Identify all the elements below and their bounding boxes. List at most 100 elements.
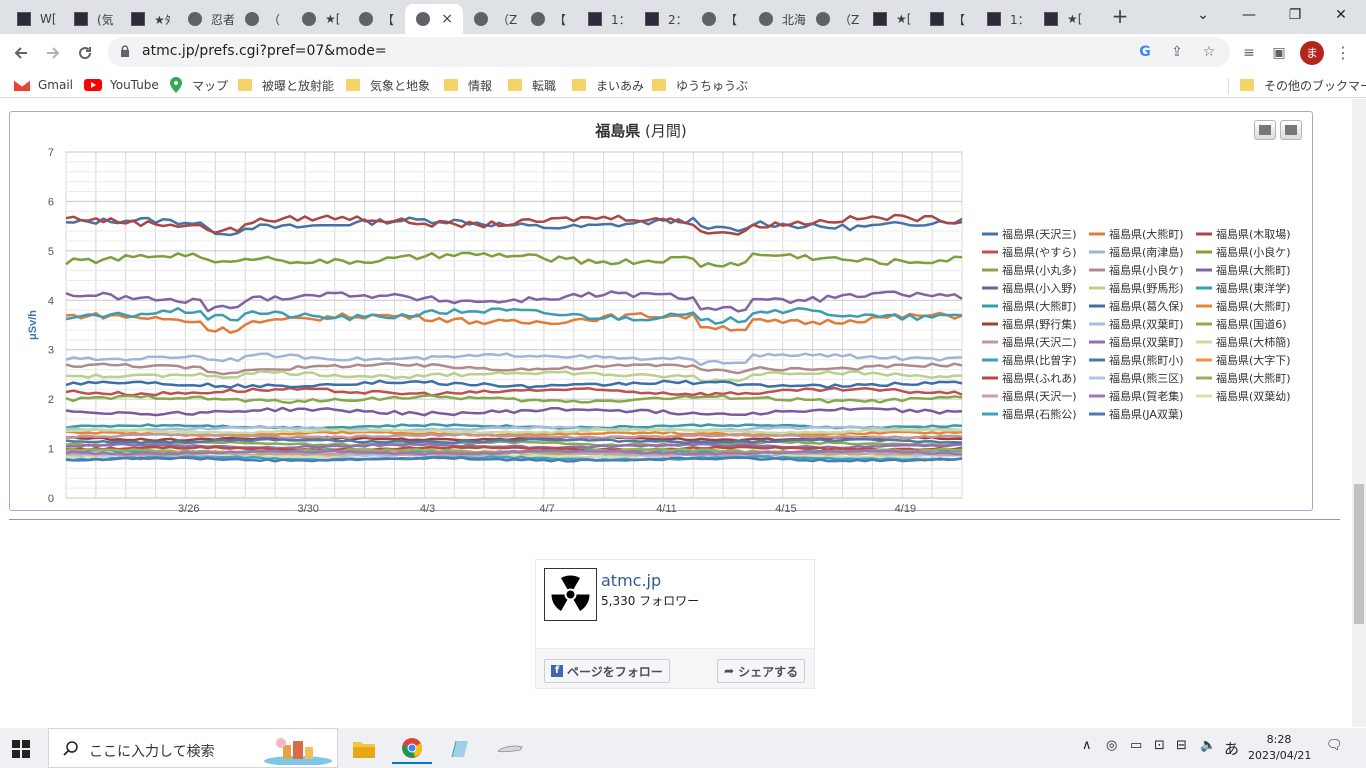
browser-tab[interactable]: 1： — [577, 4, 634, 34]
battery-icon[interactable]: ▭ — [1130, 738, 1142, 753]
taskbar-file-explorer[interactable] — [344, 734, 384, 764]
y-tick-label: 7 — [48, 147, 54, 159]
bookmark-folder[interactable]: まいあみ — [572, 76, 644, 94]
tab-title: 2： — [668, 12, 688, 27]
tab-favicon-icon — [815, 11, 831, 27]
facebook-page-name[interactable]: atmc.jp — [601, 571, 661, 590]
url-text[interactable]: atmc.jp/prefs.cgi?pref=07&mode= — [142, 43, 387, 59]
legend-item: 福島県(野行集) — [1002, 317, 1077, 331]
browser-tab[interactable]: 1： — [976, 4, 1033, 34]
network-icon[interactable]: ⊡ — [1154, 738, 1165, 753]
notification-icon[interactable]: 🗨 — [1326, 738, 1343, 753]
media-control-icon[interactable]: ≡ — [1236, 40, 1262, 66]
bookmark-label: Gmail — [38, 78, 74, 92]
wifi-icon[interactable]: ⊟ — [1176, 738, 1187, 753]
address-bar[interactable]: atmc.jp/prefs.cgi?pref=07&mode= G ⇪ ☆ — [108, 37, 1230, 67]
scrollbar-thumb[interactable] — [1354, 484, 1364, 624]
profile-avatar[interactable]: ま — [1300, 41, 1324, 65]
bookmark-maps[interactable]: マップ — [170, 76, 228, 94]
browser-tab[interactable]: 2： — [634, 4, 691, 34]
windows-start-icon[interactable] — [12, 740, 30, 758]
taskbar-app[interactable] — [490, 734, 530, 764]
tray-overflow-button[interactable]: ∧ — [1082, 738, 1092, 753]
download-icon — [1285, 125, 1297, 135]
printer-icon — [1259, 125, 1271, 135]
browser-tab[interactable]: （ — [234, 4, 291, 34]
menu-icon[interactable]: ⋮ — [1330, 40, 1356, 66]
tab-favicon-icon — [530, 11, 546, 27]
y-axis-label: μSv/h — [27, 310, 39, 340]
ime-indicator[interactable]: あ — [1224, 738, 1239, 759]
tab-favicon-icon — [872, 11, 888, 27]
reload-button[interactable] — [72, 40, 98, 66]
tab-title: （Z — [839, 12, 860, 27]
restore-button[interactable]: ❐ — [1272, 4, 1318, 28]
side-panel-icon[interactable]: ▣ — [1266, 40, 1292, 66]
volume-icon[interactable]: 🔈 — [1200, 738, 1216, 753]
tab-favicon-icon — [644, 11, 660, 27]
bookmark-folder[interactable]: 気象と地象 — [346, 76, 430, 94]
browser-tab[interactable]: 【 — [691, 4, 748, 34]
share-icon[interactable]: ⇪ — [1166, 41, 1188, 63]
headset-icon[interactable]: ◎ — [1106, 738, 1117, 753]
browser-tab[interactable]: W[ — [6, 4, 63, 34]
radiation-logo-icon[interactable] — [544, 568, 597, 621]
google-lens-icon[interactable]: G — [1134, 41, 1156, 63]
legend-item: 福島県(双葉町) — [1109, 335, 1184, 349]
tab-search-button[interactable]: ⌄ — [1180, 4, 1226, 28]
follow-page-button[interactable]: f ページをフォロー — [544, 659, 670, 683]
browser-tab[interactable]: (気 — [63, 4, 120, 34]
browser-tab[interactable]: ★[ — [862, 4, 919, 34]
share-button[interactable]: ➦ シェアする — [717, 659, 806, 683]
browser-tab[interactable]: ★[ — [291, 4, 348, 34]
close-tab-icon[interactable]: × — [441, 11, 453, 27]
back-button[interactable] — [8, 40, 34, 66]
tab-favicon-icon — [473, 11, 489, 27]
bookmark-gmail[interactable]: Gmail — [14, 76, 73, 94]
legend-item: 福島県(小良ケ) — [1109, 263, 1184, 277]
tab-favicon-icon — [358, 11, 374, 27]
bookmark-folder[interactable]: ゆうちゅうぶ — [652, 76, 748, 94]
chrome-icon — [402, 738, 423, 758]
close-window-button[interactable]: ✕ — [1318, 4, 1364, 28]
page-scrollbar[interactable] — [1352, 99, 1366, 727]
download-chart-button[interactable] — [1280, 120, 1302, 140]
forward-button[interactable] — [40, 40, 66, 66]
print-chart-button[interactable] — [1254, 120, 1276, 140]
bookmark-folder[interactable]: 被曝と放射能 — [238, 76, 334, 94]
bookmark-star-icon[interactable]: ☆ — [1198, 41, 1220, 63]
browser-tab[interactable]: 【 — [348, 4, 405, 34]
browser-tab[interactable]: ★[ — [1033, 4, 1090, 34]
tab-favicon-icon — [701, 11, 717, 27]
browser-tab[interactable]: （Z — [463, 4, 520, 34]
browser-tab[interactable]: 北海 — [748, 4, 805, 34]
legend-item: 福島県(小良ケ) — [1216, 245, 1291, 259]
new-tab-button[interactable]: + — [1108, 5, 1132, 29]
bookmark-youtube[interactable]: YouTube — [84, 76, 159, 94]
folder-icon — [1240, 79, 1254, 91]
facebook-page-widget: atmc.jp 5,330 フォロワー f ページをフォロー ➦ シェアする — [535, 559, 815, 689]
taskbar-clock[interactable]: 8:28 2023/04/21 — [1248, 732, 1311, 764]
tab-title: 【 — [554, 12, 567, 27]
minimize-button[interactable]: — — [1226, 4, 1272, 28]
browser-tab[interactable]: ★ﾀ — [120, 4, 177, 34]
browser-tab[interactable]: × — [405, 4, 463, 34]
legend-item: 福島県(東洋学) — [1216, 281, 1291, 295]
taskbar-search-box[interactable]: ここに入力して検索 — [48, 728, 338, 768]
arrow-left-icon — [14, 47, 27, 59]
browser-tab[interactable]: 【 — [919, 4, 976, 34]
bookmark-folder[interactable]: 情報 — [444, 76, 492, 94]
x-tick-label: 4/7 — [539, 503, 554, 512]
taskbar-app[interactable] — [440, 734, 480, 764]
bookmark-folder[interactable]: 転職 — [508, 76, 556, 94]
taskbar-chrome[interactable] — [392, 734, 432, 764]
tab-favicon-icon — [986, 11, 1002, 27]
search-highlight-illustration — [263, 735, 333, 766]
other-bookmarks[interactable]: その他のブックマーク — [1240, 76, 1366, 94]
browser-tab[interactable]: 【 — [520, 4, 577, 34]
browser-tab[interactable]: （Z — [805, 4, 862, 34]
tab-title: 【 — [725, 12, 738, 27]
folder-icon — [444, 79, 458, 91]
browser-tab[interactable]: 忍者 — [177, 4, 234, 34]
airplane-icon — [497, 745, 523, 753]
